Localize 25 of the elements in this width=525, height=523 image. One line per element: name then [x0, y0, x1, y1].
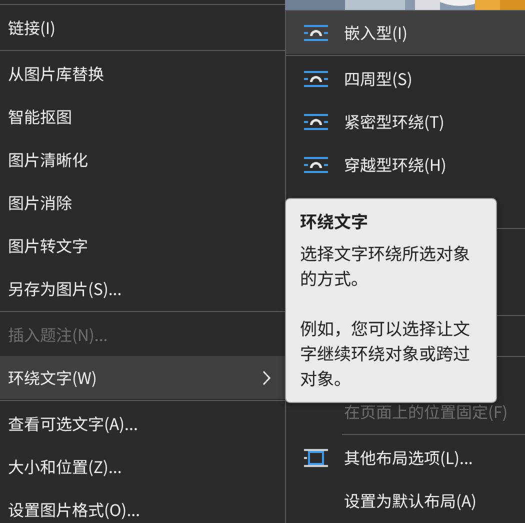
- menu-item[interactable]: 智能抠图: [0, 95, 285, 138]
- menu-item[interactable]: 设置图片格式(O)...: [0, 488, 285, 523]
- tooltip-text: 例如，您可以选择让文字继续环绕对象或跨过对象。: [300, 315, 471, 390]
- menu-item[interactable]: 紧密型环绕(T): [286, 100, 525, 143]
- menu-item[interactable]: 链接(I): [0, 6, 285, 49]
- tooltip-text: 选择文字环绕所选对象的方式。: [300, 240, 471, 290]
- layout-options-icon: [304, 448, 328, 468]
- menu-item[interactable]: 其他布局选项(L)...: [286, 436, 525, 479]
- menu-item[interactable]: 穿越型环绕(H): [286, 143, 525, 186]
- menu-item[interactable]: 从图片库替换: [0, 52, 285, 95]
- menu-item[interactable]: 查看可选文字(A)...: [0, 402, 285, 445]
- menu-item[interactable]: 嵌入型(I): [286, 11, 525, 54]
- menu-item[interactable]: 大小和位置(Z)...: [0, 445, 285, 488]
- text-wrap-icon: [304, 156, 328, 174]
- menu-item[interactable]: 图片转文字: [0, 224, 285, 267]
- menu-item[interactable]: 另存为图片(S)...: [0, 267, 285, 310]
- text-wrap-icon: [304, 112, 328, 130]
- menu-item[interactable]: 图片清晰化: [0, 138, 285, 181]
- menu-item[interactable]: 环绕文字(W): [0, 356, 285, 399]
- tooltip-title: 环绕文字: [300, 208, 369, 233]
- text-wrap-icon: [304, 70, 328, 88]
- menu-item[interactable]: 图片消除: [0, 181, 285, 224]
- menu-item[interactable]: 四周型(S): [286, 57, 525, 100]
- menu-item[interactable]: 设置为默认布局(A): [286, 479, 525, 522]
- text-wrap-icon: [304, 24, 328, 42]
